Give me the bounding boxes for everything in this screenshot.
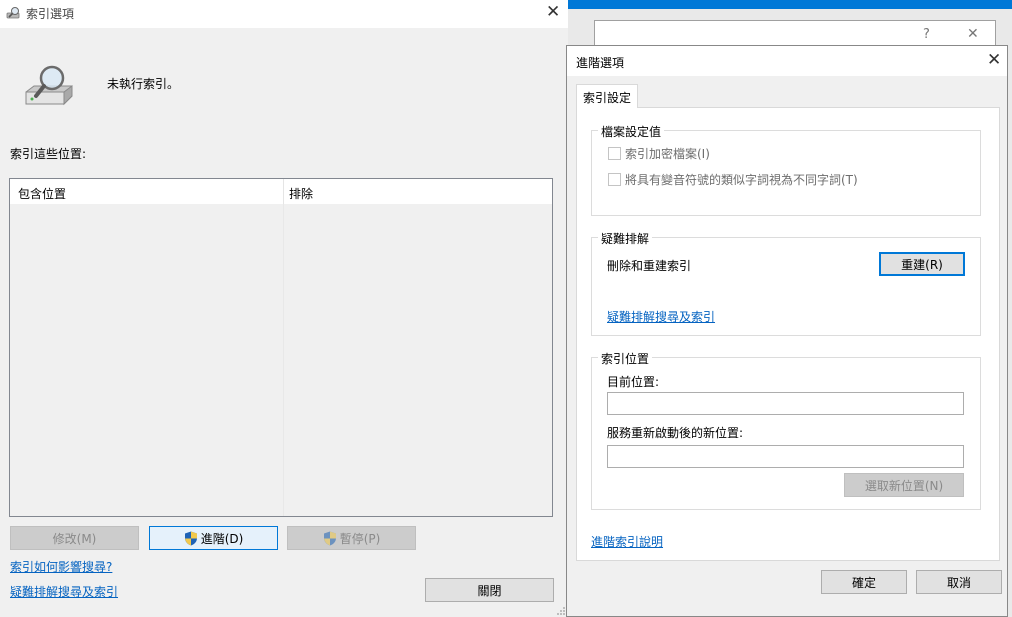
troubleshooting-group: 疑難排解 刪除和重建索引 重建(R) 疑難排解搜尋及索引 — [591, 230, 981, 336]
file-settings-label: 檔案設定值 — [598, 123, 665, 140]
pause-button[interactable]: 暫停(P) — [287, 526, 416, 550]
column-header-included[interactable]: 包含位置 — [18, 185, 66, 202]
encrypt-files-checkbox[interactable]: 索引加密檔案(I) — [608, 145, 710, 162]
indexing-options-window: 索引選項 ✕ 未執行索引。 索引這些位置: 包含位置 排除 修改(M) 進階(D… — [0, 0, 568, 617]
column-divider — [283, 179, 284, 204]
current-location-label: 目前位置: — [607, 375, 660, 389]
modify-button-label: 修改(M) — [52, 531, 97, 546]
file-settings-group: 檔案設定值 索引加密檔案(I) 將具有變音符號的類似字詞視為不同字詞(T) — [591, 123, 981, 216]
column-header-excluded[interactable]: 排除 — [289, 185, 313, 202]
locations-list[interactable]: 包含位置 排除 — [9, 178, 553, 517]
dialog-title-bar: 進階選項 ✕ — [567, 46, 1007, 76]
diacritics-label: 將具有變音符號的類似字詞視為不同字詞(T) — [625, 173, 858, 187]
background-close-icon[interactable]: ✕ — [967, 26, 979, 42]
index-location-group: 索引位置 目前位置: 服務重新啟動後的新位置: 選取新位置(N) — [591, 350, 981, 510]
close-button[interactable]: 關閉 — [425, 578, 554, 602]
column-divider-body — [283, 204, 284, 516]
dialog-close-icon[interactable]: ✕ — [987, 52, 1001, 69]
troubleshoot-link[interactable]: 疑難排解搜尋及索引 — [607, 308, 715, 325]
troubleshoot-search-link[interactable]: 疑難排解搜尋及索引 — [10, 583, 118, 600]
list-header: 包含位置 排除 — [10, 179, 552, 204]
resize-grip-icon[interactable] — [556, 605, 566, 615]
close-button-label: 關閉 — [477, 583, 502, 598]
pause-button-label: 暫停(P) — [339, 531, 381, 546]
uac-shield-icon — [323, 531, 337, 546]
title-bar: 索引選項 ✕ — [0, 0, 568, 28]
select-new-location-button[interactable]: 選取新位置(N) — [844, 473, 964, 497]
tab-label: 索引設定 — [583, 91, 632, 105]
new-location-label: 服務重新啟動後的新位置: — [607, 426, 744, 440]
rebuild-button[interactable]: 重建(R) — [879, 252, 965, 276]
cancel-button[interactable]: 取消 — [916, 570, 1002, 594]
index-status-text: 未執行索引。 — [107, 77, 180, 91]
select-new-location-label: 選取新位置(N) — [864, 478, 944, 493]
rebuild-button-label: 重建(R) — [901, 257, 943, 272]
tab-index-settings[interactable]: 索引設定 — [576, 84, 638, 108]
encrypt-files-label: 索引加密檔案(I) — [625, 147, 710, 161]
index-location-label: 索引位置 — [598, 350, 653, 367]
modify-button[interactable]: 修改(M) — [10, 526, 139, 550]
ok-button[interactable]: 確定 — [821, 570, 907, 594]
indexing-icon — [6, 6, 22, 20]
background-window-header — [568, 0, 1012, 9]
locations-label: 索引這些位置: — [10, 147, 87, 161]
dialog-title: 進階選項 — [576, 56, 625, 70]
help-icon[interactable]: ? — [923, 27, 930, 42]
advanced-options-dialog: 進階選項 ✕ 索引設定 檔案設定值 索引加密檔案(I) 將具有變音符號的類似字詞… — [566, 45, 1008, 617]
tab-panel: 檔案設定值 索引加密檔案(I) 將具有變音符號的類似字詞視為不同字詞(T) 疑難… — [576, 107, 1000, 561]
diacritics-checkbox[interactable]: 將具有變音符號的類似字詞視為不同字詞(T) — [608, 171, 858, 188]
current-location-field[interactable] — [607, 392, 964, 415]
advanced-button-label: 進階(D) — [200, 531, 244, 546]
troubleshooting-label: 疑難排解 — [598, 230, 653, 247]
window-title: 索引選項 — [26, 7, 75, 21]
checkbox-box — [608, 147, 621, 160]
new-location-field[interactable] — [607, 445, 964, 468]
drive-magnifier-icon — [22, 62, 76, 110]
uac-shield-icon — [184, 531, 198, 546]
how-indexing-affects-link[interactable]: 索引如何影響搜尋? — [10, 558, 112, 575]
checkbox-box — [608, 173, 621, 186]
rebuild-description: 刪除和重建索引 — [607, 259, 692, 273]
cancel-button-label: 取消 — [946, 575, 971, 590]
ok-button-label: 確定 — [851, 575, 876, 590]
advanced-button[interactable]: 進階(D) — [149, 526, 278, 550]
close-icon[interactable]: ✕ — [546, 4, 560, 21]
advanced-indexing-help-link[interactable]: 進階索引說明 — [591, 533, 663, 550]
